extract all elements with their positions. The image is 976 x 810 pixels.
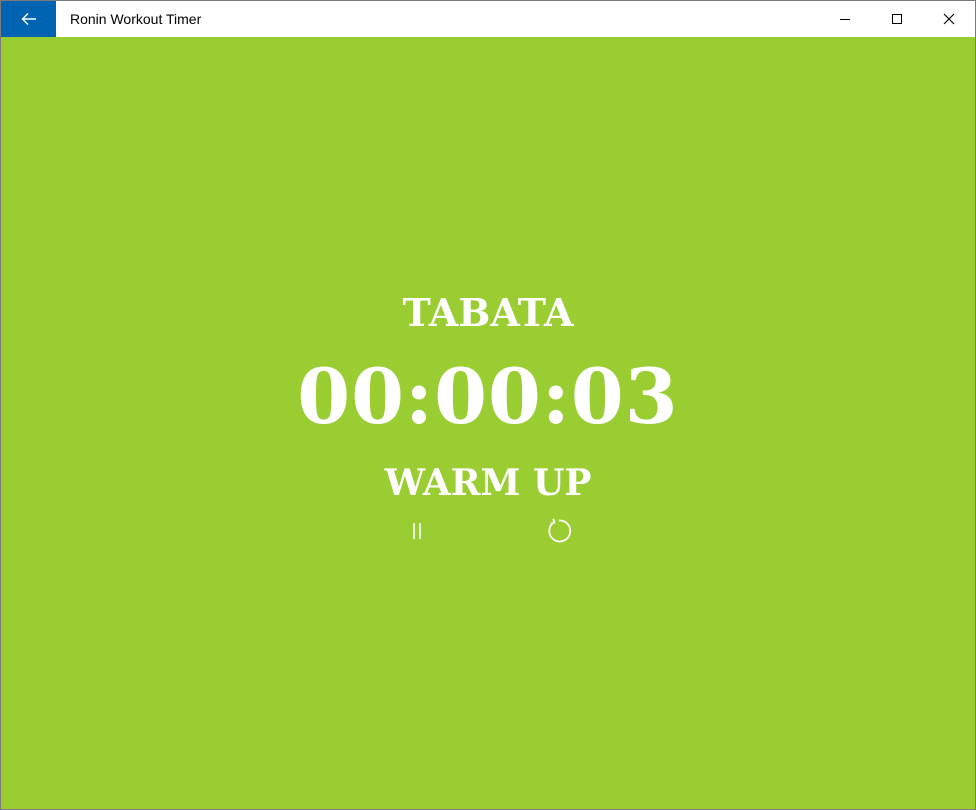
window-title: Ronin Workout Timer — [70, 11, 202, 27]
phase-label: WARM UP — [384, 462, 592, 504]
close-icon — [943, 13, 955, 25]
title-bar: Ronin Workout Timer — [1, 1, 975, 37]
restart-button[interactable] — [541, 513, 577, 549]
maximize-button[interactable] — [871, 1, 923, 37]
pause-icon — [413, 523, 421, 539]
timer-screen: TABATA 00:00:03 WARM UP — [1, 37, 975, 809]
restart-icon — [548, 518, 572, 543]
maximize-icon — [892, 14, 902, 24]
app-window: Ronin Workout Timer TABATA 00:00:03 WARM… — [0, 0, 976, 810]
arrow-left-icon — [21, 13, 36, 25]
pause-button[interactable] — [399, 513, 435, 549]
workout-mode-label: TABATA — [402, 290, 574, 335]
caption-buttons — [819, 1, 975, 37]
minimize-icon — [840, 19, 850, 20]
timer-display: 00:00:03 — [297, 352, 679, 441]
back-button[interactable] — [1, 1, 56, 37]
minimize-button[interactable] — [819, 1, 871, 37]
close-button[interactable] — [923, 1, 975, 37]
